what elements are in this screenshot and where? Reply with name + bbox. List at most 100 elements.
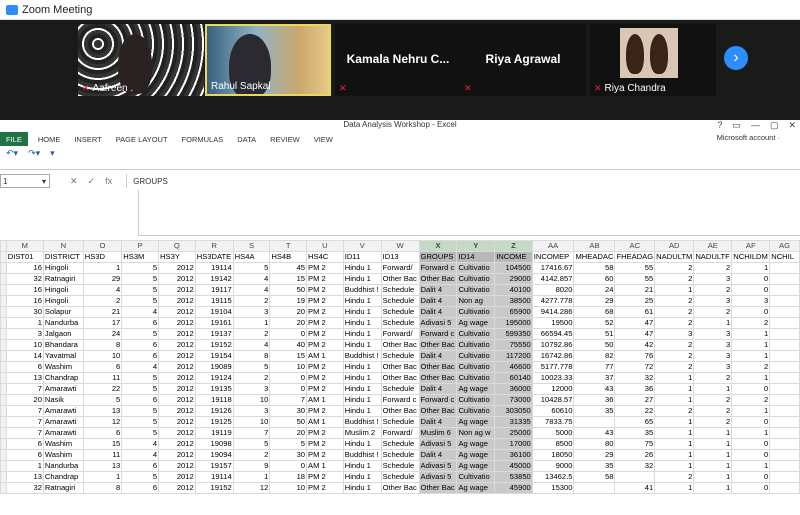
cell[interactable]: 0 [269,383,308,395]
participant-tile-3[interactable]: Kamala Nehru C... ✕ [335,24,461,96]
cell[interactable]: Amarawti [42,416,84,428]
cell[interactable]: 27 [614,394,656,406]
cell[interactable]: Other Bac [418,273,458,285]
cell[interactable]: 3 [731,295,771,307]
cell[interactable]: 75550 [494,339,533,351]
cell[interactable]: 65 [614,416,656,428]
cell[interactable]: 13462.5 [531,471,575,483]
cell[interactable]: Other Bac [418,372,458,384]
cell[interactable]: 19098 [194,438,234,450]
cell[interactable]: Washim [42,449,84,461]
cell[interactable]: Cultivatio [456,262,496,274]
cell[interactable]: 30 [5,306,44,318]
cell[interactable]: 24 [82,328,123,340]
cell[interactable]: 1 [693,449,733,461]
cell[interactable]: Amarawti [42,405,84,417]
cell[interactable]: 7 [269,394,308,406]
cell[interactable]: 1 [731,460,771,472]
cell[interactable]: HS4B [269,251,308,263]
cell[interactable]: 19094 [194,449,234,461]
cell[interactable]: PM 2 [306,438,344,450]
cancel-icon[interactable]: ✕ [70,176,78,187]
cell[interactable]: Hindu 1 [342,295,382,307]
cell[interactable] [769,383,800,395]
cell[interactable]: PM 2 [306,405,344,417]
cell[interactable]: PM 2 [306,372,344,384]
cell[interactable]: 1 [654,383,695,395]
tab-view[interactable]: VIEW [314,135,333,144]
cell[interactable]: Adivasi 5 [418,438,458,450]
cell[interactable] [769,339,800,351]
cell[interactable]: 10 [269,361,308,373]
cell[interactable]: NCHILDM [731,251,771,263]
cell[interactable]: 46600 [494,361,533,373]
account-menu[interactable]: Microsoft account · [717,133,780,142]
cell[interactable]: 5 [232,262,271,274]
cell[interactable]: 1 [731,328,771,340]
cell[interactable]: 1 [5,460,44,472]
cell[interactable]: PM 2 [306,262,344,274]
cell[interactable]: 599350 [494,328,533,340]
column-header[interactable]: O [82,240,123,252]
insert-function-icon[interactable]: fx [105,176,112,187]
cell[interactable]: 2 [654,295,695,307]
cell[interactable]: 76 [614,350,656,362]
cell[interactable]: 1 [654,284,695,296]
cell[interactable]: 16 [5,284,44,296]
name-box[interactable]: 1 ▾ [0,174,50,188]
cell[interactable]: DIST01 [5,251,44,263]
cell[interactable] [769,482,800,494]
cell[interactable]: Forward c [418,262,458,274]
cell[interactable]: 1 [731,350,771,362]
cell[interactable] [769,460,800,472]
cell[interactable] [769,394,800,406]
cell[interactable]: Buddhist ! [342,350,382,362]
cell[interactable]: 30 [269,449,308,461]
cell[interactable]: 8020 [531,284,575,296]
cell[interactable]: PM 2 [306,449,344,461]
cell[interactable]: Dalit 4 [418,295,458,307]
cell[interactable]: 1 [232,471,271,483]
formula-expanded-area[interactable] [138,190,800,236]
cell[interactable]: Hindu 1 [342,372,382,384]
cell[interactable]: 51 [573,328,616,340]
cell[interactable]: Other Bac [380,361,420,373]
cell[interactable]: 7833.75 [531,416,575,428]
cell[interactable]: Ag wage [456,383,496,395]
cell[interactable]: 13 [5,471,44,483]
cell[interactable]: 0 [731,306,771,318]
close-icon[interactable]: ✕ [788,120,796,131]
cell[interactable]: 2 [693,394,733,406]
cell[interactable]: 19 [269,295,308,307]
maximize-icon[interactable]: ▢ [770,120,779,131]
cell[interactable]: 20 [269,427,308,439]
cell[interactable] [769,361,800,373]
cell[interactable]: Other Bac [380,372,420,384]
cell[interactable]: AM 1 [306,394,344,406]
cell[interactable]: 2012 [158,328,196,340]
cell[interactable]: PM 2 [306,471,344,483]
column-header[interactable]: AA [531,240,575,252]
cell[interactable]: 77 [573,361,616,373]
column-header[interactable]: N [42,240,84,252]
cell[interactable]: 2012 [158,416,196,428]
cell[interactable]: 2 [693,284,733,296]
cell[interactable]: 29 [573,449,616,461]
cell[interactable]: 6 [121,317,160,329]
cell[interactable]: 10428.57 [531,394,575,406]
cell[interactable]: 10792.86 [531,339,575,351]
cell[interactable]: Cultivatio [456,273,496,285]
cell[interactable]: 2 [654,405,695,417]
cell[interactable]: 20 [269,306,308,318]
cell[interactable]: 1 [82,471,123,483]
cell[interactable]: 0 [731,273,771,285]
cell[interactable]: 2012 [158,262,196,274]
cell[interactable]: 2012 [158,383,196,395]
cell[interactable]: 5 [121,328,160,340]
cell[interactable]: 5 [121,471,160,483]
cell[interactable]: 4 [121,361,160,373]
cell[interactable]: 6 [82,427,123,439]
cell[interactable]: 6 [121,394,160,406]
cell[interactable]: 7 [5,416,44,428]
cell[interactable]: PM 2 [306,383,344,395]
